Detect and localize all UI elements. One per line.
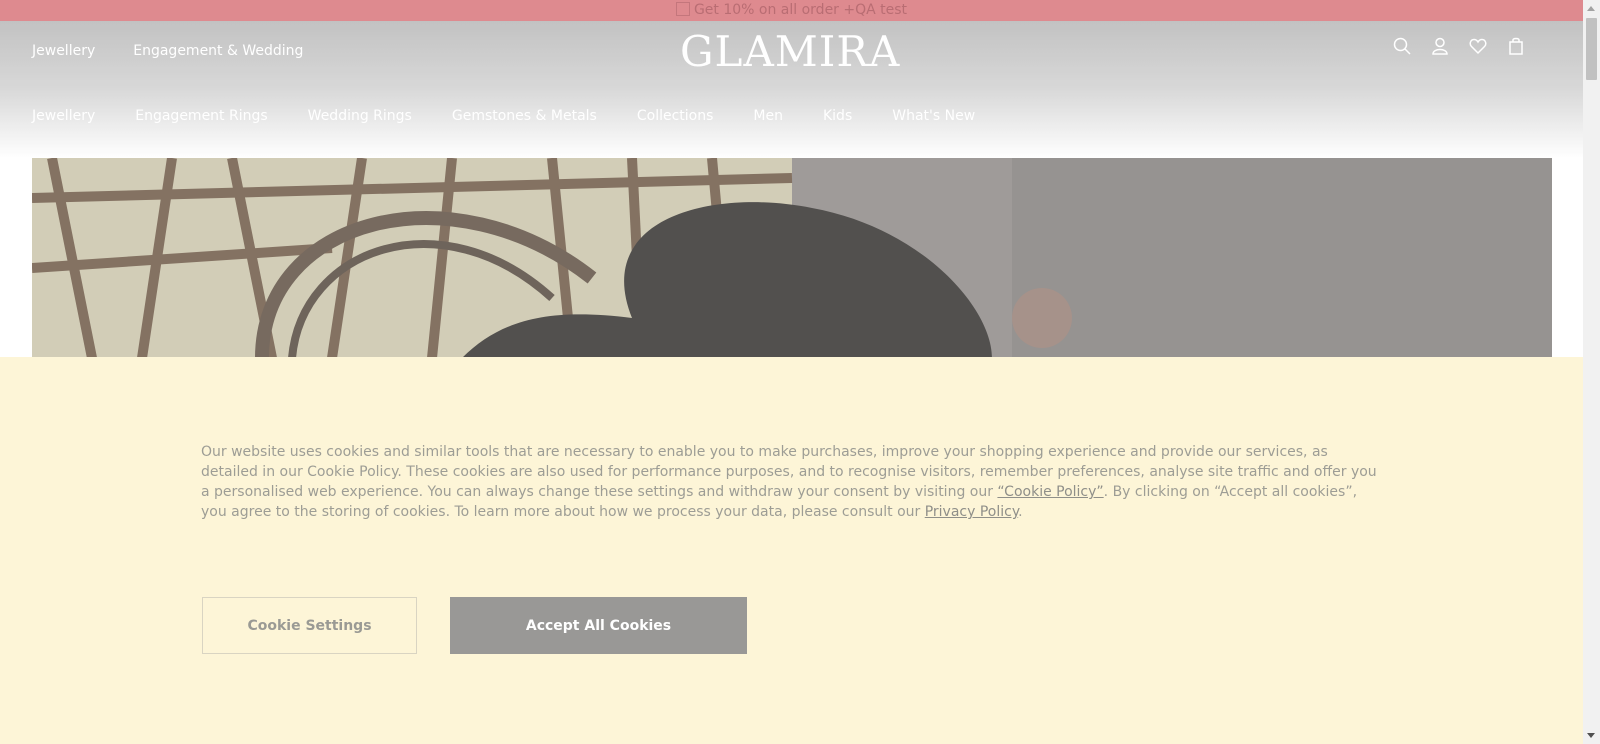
main-nav-jewellery[interactable]: Jewellery bbox=[32, 108, 95, 124]
top-nav-jewellery[interactable]: Jewellery bbox=[32, 43, 95, 59]
hero-photo bbox=[32, 158, 1552, 358]
promo-bar[interactable]: Get 10% on all order +QA test bbox=[0, 0, 1583, 21]
search-icon[interactable] bbox=[1393, 37, 1411, 55]
promo-image-icon bbox=[675, 2, 690, 16]
logo[interactable]: GLAMIRA bbox=[680, 27, 900, 76]
cart-icon[interactable] bbox=[1507, 37, 1525, 55]
wishlist-icon[interactable] bbox=[1469, 37, 1487, 55]
accept-all-cookies-button[interactable]: Accept All Cookies bbox=[450, 597, 747, 654]
privacy-policy-link[interactable]: Privacy Policy bbox=[925, 504, 1018, 520]
site-header: Jewellery Engagement & Wedding GLAMIRA J… bbox=[0, 21, 1583, 158]
scrollbar[interactable] bbox=[1583, 0, 1600, 744]
cookie-policy-link[interactable]: “Cookie Policy” bbox=[997, 484, 1103, 500]
main-nav-gemstones-metals[interactable]: Gemstones & Metals bbox=[452, 108, 597, 124]
top-nav: Jewellery Engagement & Wedding bbox=[32, 43, 303, 59]
header-icons bbox=[1393, 37, 1525, 55]
scroll-down-arrow-icon[interactable] bbox=[1587, 733, 1595, 738]
main-nav-whats-new[interactable]: What's New bbox=[892, 108, 975, 124]
main-nav-engagement-rings[interactable]: Engagement Rings bbox=[135, 108, 267, 124]
main-nav: Jewellery Engagement Rings Wedding Rings… bbox=[32, 108, 975, 124]
scroll-up-arrow-icon[interactable] bbox=[1587, 6, 1595, 11]
main-nav-collections[interactable]: Collections bbox=[637, 108, 714, 124]
cookie-text: Our website uses cookies and similar too… bbox=[201, 442, 1381, 522]
scroll-thumb[interactable] bbox=[1586, 18, 1597, 80]
cookie-settings-button[interactable]: Cookie Settings bbox=[202, 597, 417, 654]
cookie-banner: Our website uses cookies and similar too… bbox=[0, 357, 1583, 744]
top-nav-engagement-wedding[interactable]: Engagement & Wedding bbox=[133, 43, 303, 59]
main-nav-wedding-rings[interactable]: Wedding Rings bbox=[308, 108, 412, 124]
main-nav-men[interactable]: Men bbox=[753, 108, 783, 124]
cookie-text-part-3: . bbox=[1018, 504, 1023, 520]
promo-text[interactable]: Get 10% on all order +QA test bbox=[694, 2, 907, 18]
main-nav-kids[interactable]: Kids bbox=[823, 108, 852, 124]
account-icon[interactable] bbox=[1431, 37, 1449, 55]
